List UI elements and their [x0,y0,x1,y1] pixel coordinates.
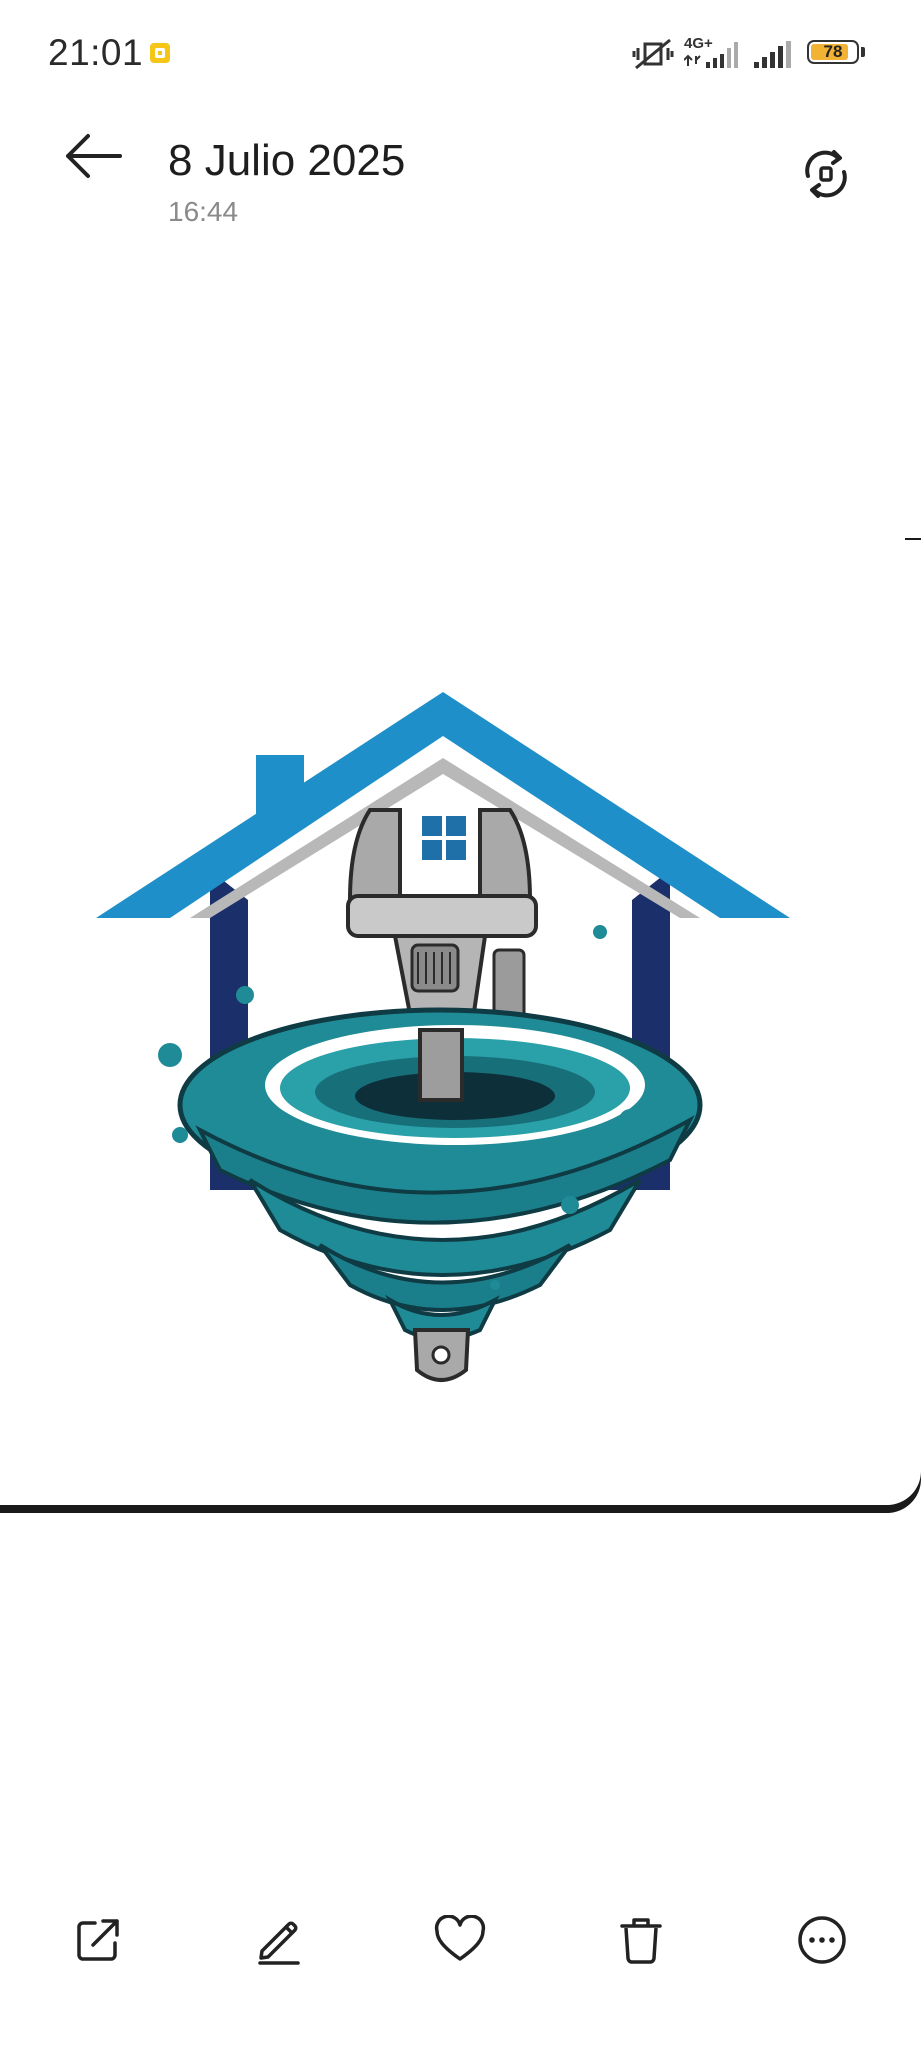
signal-4g-icon: 4G+ [683,34,742,77]
rotate-icon [805,150,847,198]
bottom-toolbar [0,1900,921,1980]
photo-viewer[interactable] [0,540,921,1505]
battery-level: 78 [823,42,843,61]
plumbing-logo-image [96,690,790,1382]
more-icon [798,1916,846,1964]
share-button[interactable] [63,1900,133,1980]
favorite-button[interactable] [425,1900,495,1980]
battery-icon: 78 [807,40,867,66]
delete-button[interactable] [606,1900,676,1980]
back-button[interactable] [60,128,126,186]
mute-vibrate-icon [632,36,674,77]
share-icon [77,1919,119,1961]
status-bar: 21:01 4G+ 78 [0,0,921,110]
status-time: 21:01 [48,32,144,73]
arrow-left-icon [66,134,122,178]
notification-icon [148,41,172,65]
favorite-icon [434,1915,486,1961]
svg-text:4G+: 4G+ [684,35,713,52]
edit-icon [258,1921,300,1965]
edit-button[interactable] [244,1900,314,1980]
page-subtitle: 16:44 [168,196,239,227]
signal-icon [752,40,796,75]
more-button[interactable] [787,1900,857,1980]
delete-icon [620,1918,662,1964]
rotate-button[interactable] [798,146,854,202]
page-title: 8 Julio 2025 [168,136,406,185]
